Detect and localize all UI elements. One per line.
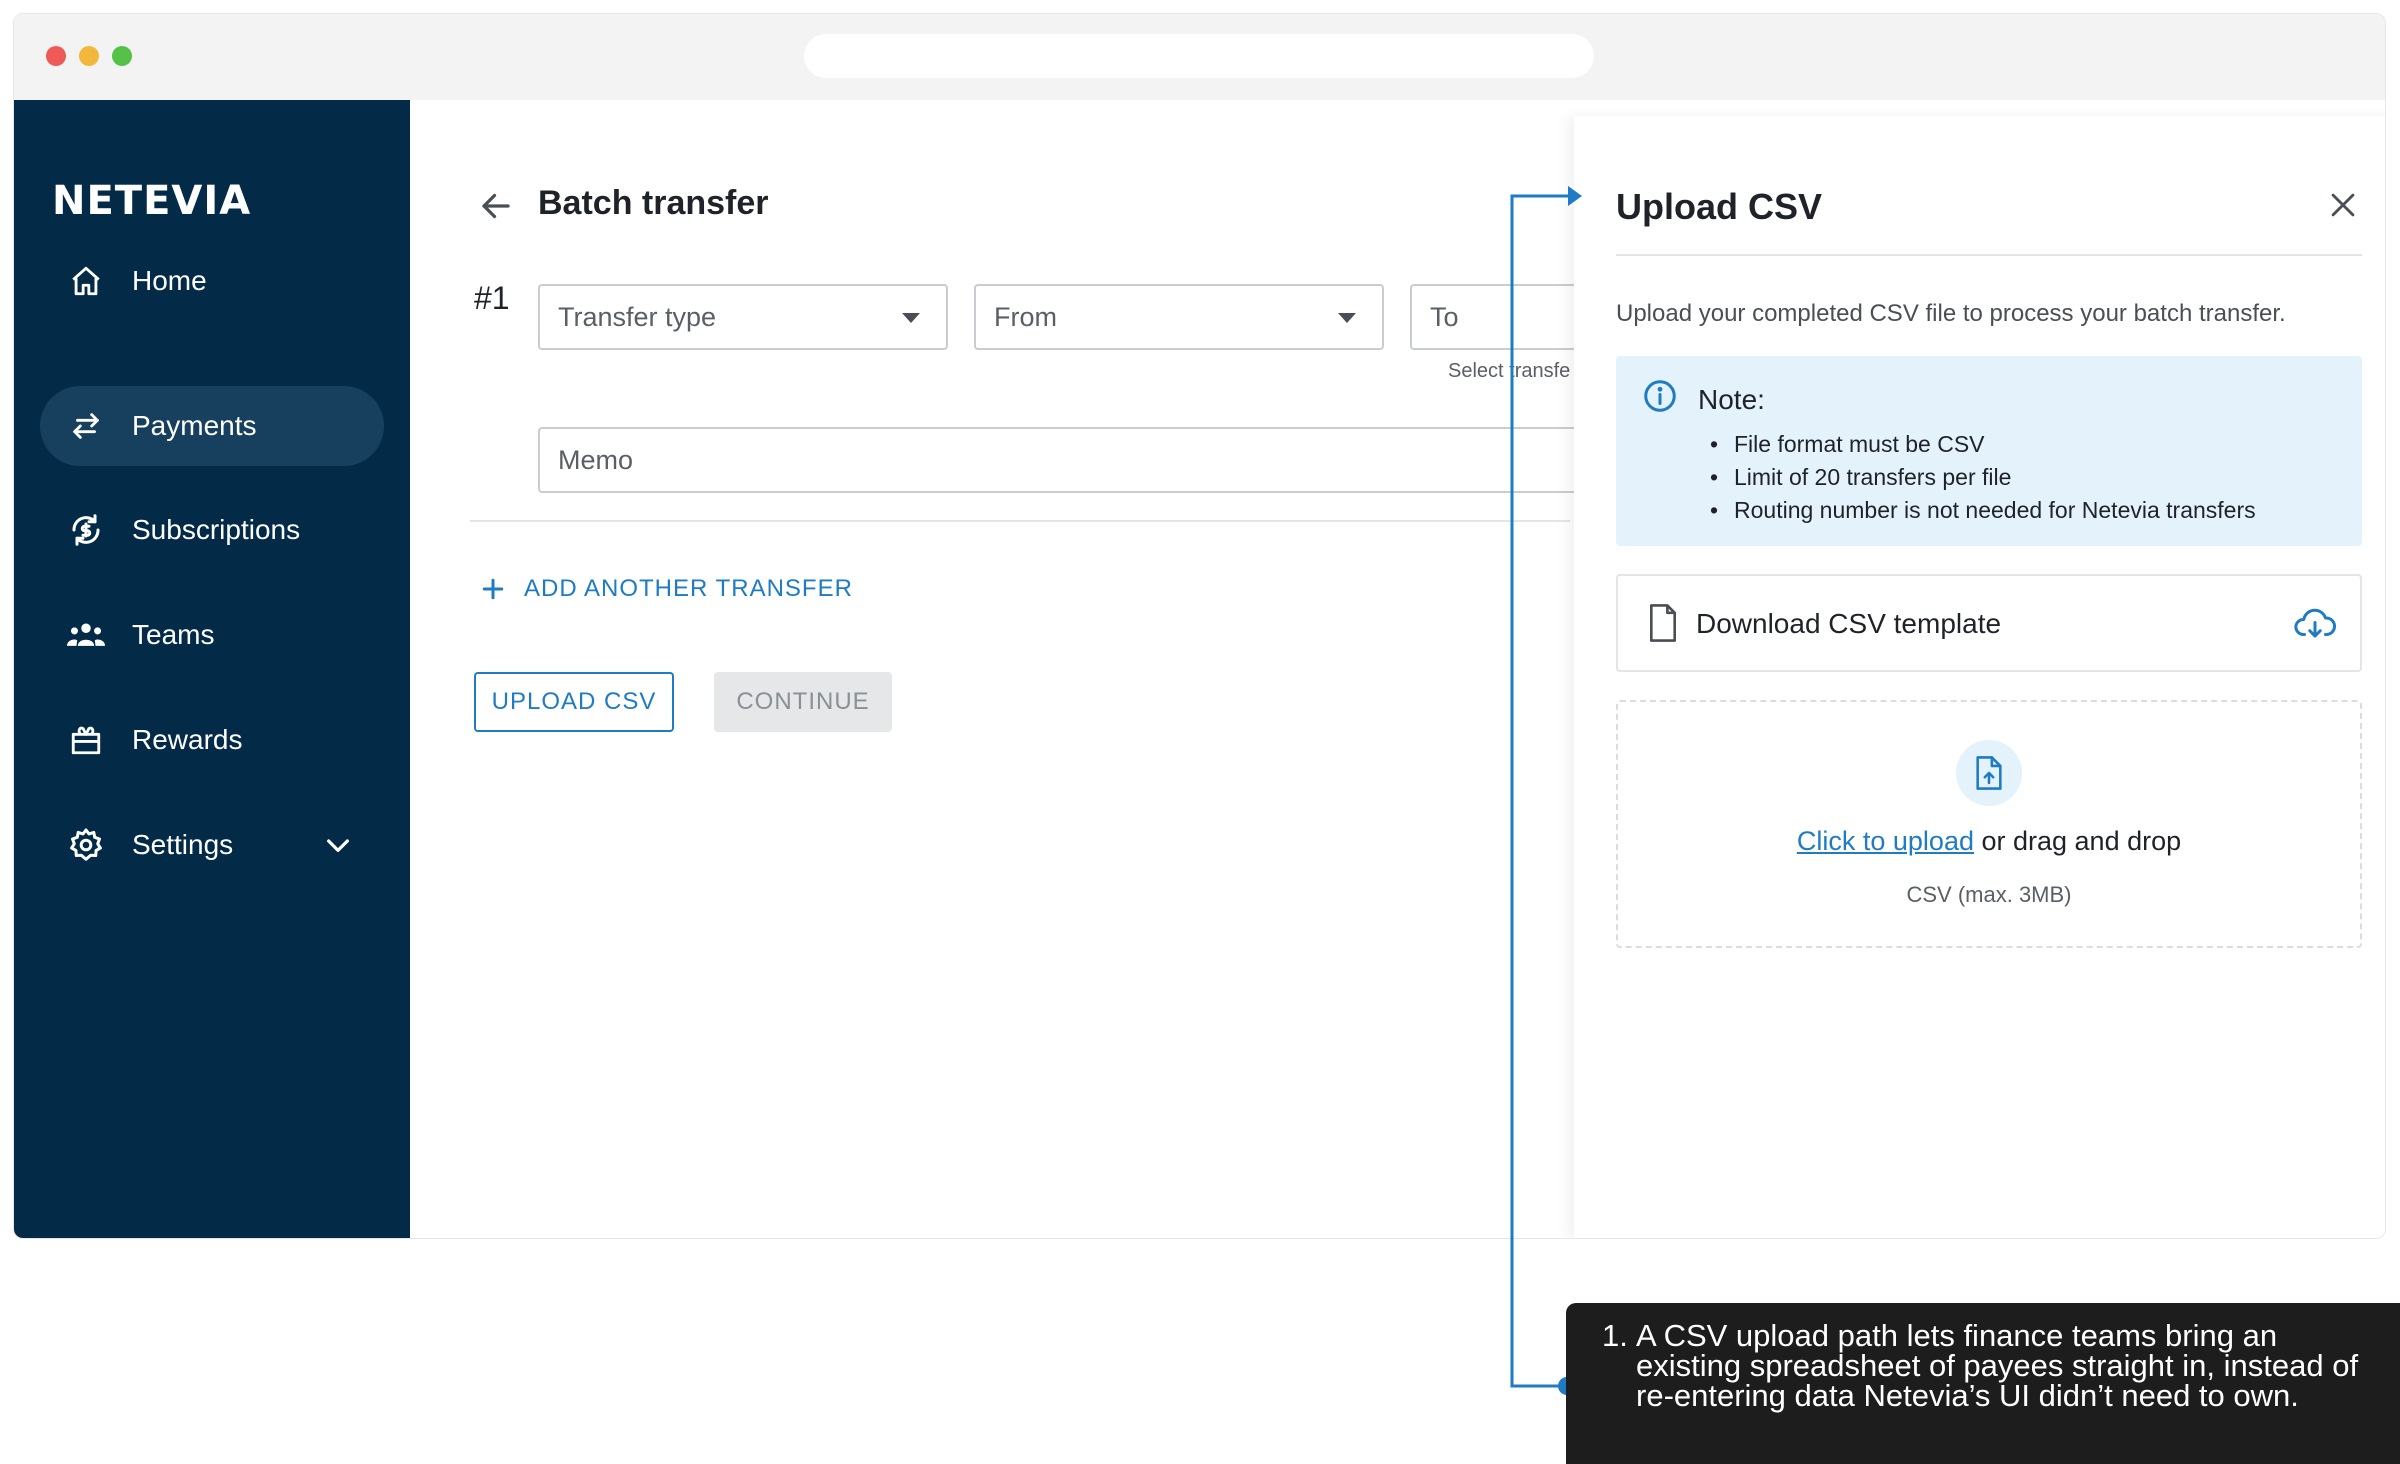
- upload-csv-drawer: Upload CSV Upload your completed CSV fil…: [1574, 116, 2385, 1238]
- caret-down-icon: [902, 313, 920, 323]
- note-item: Routing number is not needed for Netevia…: [1710, 494, 2256, 527]
- close-icon[interactable]: [2326, 188, 2360, 222]
- sidebar-item-label: Subscriptions: [132, 514, 301, 545]
- minimize-window-button[interactable]: [79, 46, 99, 66]
- sidebar-item-label: Payments: [132, 410, 257, 441]
- add-another-transfer-button[interactable]: ADD ANOTHER TRANSFER: [478, 574, 853, 604]
- note-list: File format must be CSV Limit of 20 tran…: [1710, 428, 2256, 527]
- click-to-upload-link[interactable]: Click to upload: [1797, 826, 1974, 856]
- close-window-button[interactable]: [46, 46, 66, 66]
- note-item: Limit of 20 transfers per file: [1710, 461, 2256, 494]
- drawer-title: Upload CSV: [1616, 186, 1823, 227]
- subscription-refresh-icon: [64, 508, 108, 552]
- file-upload-badge: [1956, 740, 2022, 806]
- netevia-logo[interactable]: NETEVIA: [52, 178, 251, 224]
- address-bar[interactable]: [804, 34, 1594, 78]
- note-box: Note: File format must be CSV Limit of 2…: [1616, 356, 2362, 546]
- drawer-divider: [1616, 254, 2362, 256]
- file-upload-icon: [1976, 756, 2002, 790]
- sidebar-item-settings[interactable]: Settings: [40, 805, 384, 885]
- csv-dropzone[interactable]: Click to upload or drag and drop CSV (ma…: [1616, 700, 2362, 948]
- note-item: File format must be CSV: [1710, 428, 2256, 461]
- upload-csv-button[interactable]: UPLOAD CSV: [474, 672, 674, 732]
- from-placeholder: From: [994, 301, 1057, 332]
- browser-titlebar: [14, 14, 2385, 100]
- continue-button[interactable]: CONTINUE: [714, 672, 892, 732]
- caret-down-icon: [1338, 313, 1356, 323]
- sidebar-item-label: Home: [132, 265, 207, 296]
- transfer-type-select[interactable]: Transfer type: [538, 284, 948, 350]
- file-icon: [1649, 604, 1677, 642]
- annotation-text: A CSV upload path lets finance teams bri…: [1636, 1318, 2359, 1413]
- transfer-index-label: #1: [474, 280, 510, 316]
- to-placeholder: To: [1430, 301, 1459, 332]
- home-icon: [64, 259, 108, 303]
- sidebar-item-rewards[interactable]: Rewards: [40, 700, 384, 780]
- sidebar-item-payments[interactable]: Payments: [40, 386, 384, 466]
- memo-placeholder: Memo: [558, 444, 634, 475]
- annotation-callout: 1. A CSV upload path lets finance teams …: [1566, 1303, 2400, 1464]
- drawer-description: Upload your completed CSV file to proces…: [1616, 300, 2286, 327]
- memo-field[interactable]: Memo: [538, 427, 1638, 493]
- to-helper-text: Select transfe: [1448, 360, 1571, 382]
- cloud-download-icon[interactable]: [2294, 606, 2336, 642]
- gift-icon: [64, 718, 108, 762]
- from-select[interactable]: From: [974, 284, 1384, 350]
- page-title: Batch transfer: [538, 184, 769, 222]
- sidebar-item-home[interactable]: Home: [40, 241, 384, 321]
- gear-icon: [64, 823, 108, 867]
- sidebar-item-subscriptions[interactable]: Subscriptions: [40, 490, 384, 570]
- transfer-arrows-icon: [64, 404, 108, 448]
- download-csv-template-button[interactable]: Download CSV template: [1616, 574, 2362, 672]
- sidebar-item-teams[interactable]: Teams: [40, 595, 384, 675]
- chevron-down-icon[interactable]: [322, 829, 354, 861]
- sidebar-item-label: Settings: [132, 829, 234, 860]
- sidebar: NETEVIA Home Payments Subscriptions Team…: [14, 100, 410, 1238]
- upload-instructions: Click to upload or drag and drop: [1618, 826, 2360, 857]
- sidebar-item-label: Teams: [132, 619, 215, 650]
- maximize-window-button[interactable]: [112, 46, 132, 66]
- section-divider: [470, 520, 1570, 522]
- annotation-number: 1.: [1602, 1318, 1628, 1353]
- info-icon: [1644, 380, 1676, 412]
- download-csv-template-label: Download CSV template: [1696, 608, 2002, 639]
- add-transfer-label: ADD ANOTHER TRANSFER: [524, 575, 853, 602]
- file-constraint-hint: CSV (max. 3MB): [1906, 882, 2072, 907]
- note-title: Note:: [1698, 384, 1765, 415]
- drag-and-drop-text: or drag and drop: [1973, 826, 2182, 856]
- back-arrow-icon[interactable]: [478, 188, 514, 224]
- team-icon: [64, 613, 108, 657]
- transfer-type-placeholder: Transfer type: [558, 301, 717, 332]
- plus-icon: [482, 578, 504, 600]
- sidebar-item-label: Rewards: [132, 724, 243, 755]
- browser-window: NETEVIA Home Payments Subscriptions Team…: [13, 13, 2386, 1239]
